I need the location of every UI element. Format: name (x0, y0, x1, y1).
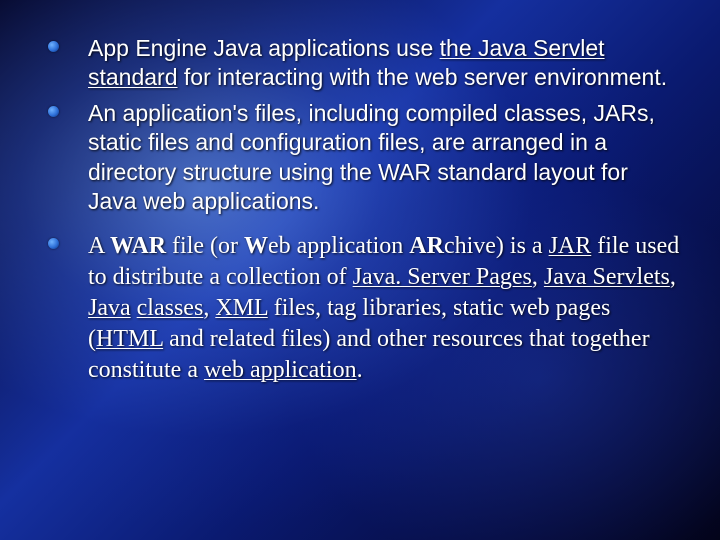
bullet-icon (48, 41, 59, 52)
link-jar[interactable]: JAR (549, 233, 592, 259)
link-java-servlets[interactable]: Java Servlets (544, 264, 670, 290)
slide-content: App Engine Java applications use the Jav… (0, 0, 720, 387)
bullet-1-suffix: for interacting with the web server envi… (178, 64, 668, 90)
bullet-item-1: App Engine Java applications use the Jav… (40, 34, 680, 93)
t3-p1: A (88, 233, 110, 259)
bullet-icon (48, 238, 59, 249)
bullet-1-prefix: App Engine Java applications use (88, 35, 440, 61)
t3-b2: W (244, 233, 268, 259)
link-web-application[interactable]: web application (204, 357, 357, 383)
t3-p4: chive) is a (444, 233, 549, 259)
t3-p12: . (357, 357, 363, 383)
t3-p9: , (203, 295, 215, 321)
link-classes[interactable]: classes (137, 295, 204, 321)
t3-p7: , (670, 264, 676, 290)
bullet-2-text: An application's files, including compil… (88, 100, 655, 214)
t3-p2: file (or (166, 233, 244, 259)
t3-b1: WAR (110, 233, 166, 259)
bullet-list: App Engine Java applications use the Jav… (40, 34, 680, 387)
t3-p3: eb application (268, 233, 409, 259)
link-xml[interactable]: XML (215, 295, 267, 321)
bullet-item-2: An application's files, including compil… (40, 99, 680, 217)
t3-p11: and related files) and other resources t… (88, 326, 650, 383)
link-java[interactable]: Java (88, 295, 131, 321)
bullet-item-3: A WAR file (or Web application ARchive) … (40, 231, 680, 387)
t3-p6: , (532, 264, 544, 290)
link-jsp[interactable]: Java. Server Pages (353, 264, 532, 290)
bullet-icon (48, 106, 59, 117)
link-html[interactable]: HTML (96, 326, 163, 352)
t3-b3: AR (409, 233, 444, 259)
